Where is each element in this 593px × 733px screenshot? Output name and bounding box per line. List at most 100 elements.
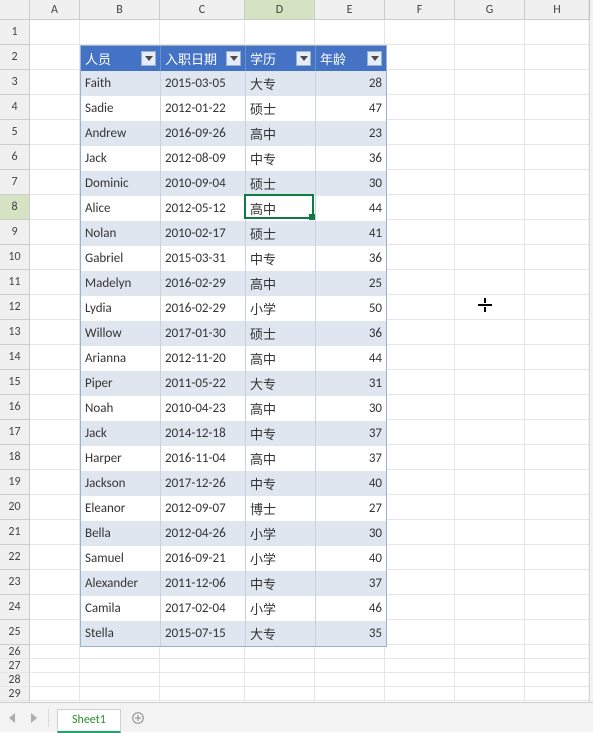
cell[interactable]: [30, 45, 80, 70]
table-row[interactable]: Dominic2010-09-04硕士30: [81, 171, 386, 196]
table-cell[interactable]: 2016-11-04: [161, 446, 246, 471]
cell[interactable]: [455, 170, 525, 195]
vertical-scrollbar[interactable]: [588, 0, 593, 702]
cell[interactable]: [385, 220, 455, 245]
cell[interactable]: [245, 645, 315, 659]
cell[interactable]: [455, 687, 525, 701]
table-cell[interactable]: 30: [316, 521, 386, 546]
table-cell[interactable]: 2017-01-30: [161, 321, 246, 346]
table-row[interactable]: Willow2017-01-30硕士36: [81, 321, 386, 346]
table-cell[interactable]: 2012-09-07: [161, 496, 246, 521]
cell[interactable]: [385, 595, 455, 620]
table-cell[interactable]: Noah: [81, 396, 161, 421]
table-cell[interactable]: 2010-09-04: [161, 171, 246, 196]
cell[interactable]: [455, 620, 525, 645]
table-cell[interactable]: 中专: [246, 471, 316, 496]
cell[interactable]: [455, 20, 525, 45]
cell[interactable]: [525, 395, 590, 420]
cell[interactable]: [30, 270, 80, 295]
row-head-18[interactable]: 18: [0, 445, 30, 470]
cell[interactable]: [245, 20, 315, 45]
cell[interactable]: [525, 270, 590, 295]
table-cell[interactable]: Lydia: [81, 296, 161, 321]
table-cell[interactable]: 2012-08-09: [161, 146, 246, 171]
table-cell[interactable]: 2017-02-04: [161, 596, 246, 621]
cell[interactable]: [160, 659, 245, 673]
cell[interactable]: [385, 295, 455, 320]
table-cell[interactable]: 高中: [246, 346, 316, 371]
add-sheet-button[interactable]: [127, 707, 149, 729]
cell[interactable]: [525, 645, 590, 659]
filter-button-edu[interactable]: [296, 51, 311, 66]
table-cell[interactable]: 中专: [246, 571, 316, 596]
row-head-1[interactable]: 1: [0, 20, 30, 45]
cell[interactable]: [525, 245, 590, 270]
row-head-19[interactable]: 19: [0, 470, 30, 495]
cell[interactable]: [525, 673, 590, 687]
table-cell[interactable]: Piper: [81, 371, 161, 396]
table-cell[interactable]: 2011-12-06: [161, 571, 246, 596]
table-cell[interactable]: Madelyn: [81, 271, 161, 296]
cell[interactable]: [385, 320, 455, 345]
table-cell[interactable]: 23: [316, 121, 386, 146]
cell[interactable]: [315, 687, 385, 701]
table-row[interactable]: Arianna2012-11-20高中44: [81, 346, 386, 371]
cell[interactable]: [525, 95, 590, 120]
table-cell[interactable]: Jack: [81, 146, 161, 171]
cell[interactable]: [30, 120, 80, 145]
table-cell[interactable]: Sadie: [81, 96, 161, 121]
cell[interactable]: [525, 570, 590, 595]
cell[interactable]: [525, 320, 590, 345]
col-head-G[interactable]: G: [455, 0, 525, 20]
cell[interactable]: [525, 170, 590, 195]
cell[interactable]: [385, 645, 455, 659]
table-cell[interactable]: 中专: [246, 246, 316, 271]
row-head-15[interactable]: 15: [0, 370, 30, 395]
cell[interactable]: [30, 145, 80, 170]
table-cell[interactable]: 2016-02-29: [161, 296, 246, 321]
cell[interactable]: [455, 645, 525, 659]
row-head-22[interactable]: 22: [0, 545, 30, 570]
cell[interactable]: [30, 370, 80, 395]
table-cell[interactable]: 2016-02-29: [161, 271, 246, 296]
table-cell[interactable]: 博士: [246, 496, 316, 521]
cell[interactable]: [525, 687, 590, 701]
cell[interactable]: [30, 520, 80, 545]
row-head-17[interactable]: 17: [0, 420, 30, 445]
table-row[interactable]: Stella2015-07-15大专35: [81, 621, 386, 646]
row-head-4[interactable]: 4: [0, 95, 30, 120]
table-cell[interactable]: 2014-12-18: [161, 421, 246, 446]
cell[interactable]: [30, 545, 80, 570]
cell[interactable]: [385, 545, 455, 570]
table-cell[interactable]: 37: [316, 421, 386, 446]
cell[interactable]: [525, 445, 590, 470]
cell[interactable]: [80, 673, 160, 687]
cell[interactable]: [80, 645, 160, 659]
cell[interactable]: [455, 445, 525, 470]
filter-button-age[interactable]: [367, 51, 382, 66]
cell[interactable]: [30, 195, 80, 220]
cell[interactable]: [30, 645, 80, 659]
cell[interactable]: [315, 673, 385, 687]
cell[interactable]: [455, 595, 525, 620]
cell[interactable]: [525, 45, 590, 70]
col-head-B[interactable]: B: [80, 0, 160, 20]
row-head-11[interactable]: 11: [0, 270, 30, 295]
table-cell[interactable]: 高中: [246, 121, 316, 146]
filter-button-person[interactable]: [141, 51, 156, 66]
cell[interactable]: [160, 673, 245, 687]
header-education[interactable]: 学历: [246, 46, 316, 71]
cell[interactable]: [385, 270, 455, 295]
table-cell[interactable]: Alexander: [81, 571, 161, 596]
cell[interactable]: [455, 659, 525, 673]
table-cell[interactable]: 高中: [246, 196, 316, 221]
table-cell[interactable]: 硕士: [246, 171, 316, 196]
cell[interactable]: [80, 20, 160, 45]
table-row[interactable]: Faith2015-03-05大专28: [81, 71, 386, 96]
table-cell[interactable]: 40: [316, 471, 386, 496]
cell[interactable]: [455, 420, 525, 445]
cell[interactable]: [455, 345, 525, 370]
table-cell[interactable]: 41: [316, 221, 386, 246]
cell[interactable]: [30, 320, 80, 345]
table-cell[interactable]: 44: [316, 346, 386, 371]
